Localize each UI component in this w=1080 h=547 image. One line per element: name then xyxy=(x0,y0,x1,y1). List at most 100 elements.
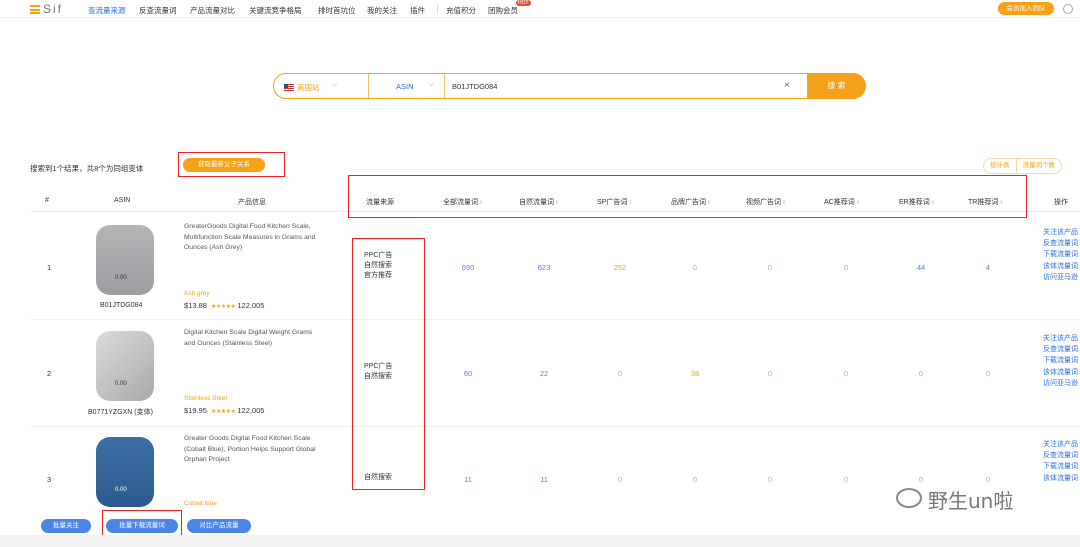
reverse-keywords-link[interactable]: 反查流量词 xyxy=(1043,238,1078,249)
ac-words-count[interactable]: 0 xyxy=(826,475,866,484)
visit-amazon-link[interactable]: 访问亚马逊 xyxy=(1043,378,1078,389)
product-price: $19.95 ★★★★★ 122,005 xyxy=(184,406,265,415)
tr-words-count[interactable]: 0 xyxy=(968,475,1008,484)
video-ads-count[interactable]: 0 xyxy=(750,475,790,484)
asin-text[interactable]: B01JTDG084 xyxy=(100,302,142,309)
follow-product-link[interactable]: 关注该产品 xyxy=(1043,439,1078,450)
chevron-down-icon[interactable]: ⌵ xyxy=(429,81,434,89)
row-index: 1 xyxy=(47,263,52,272)
download-keywords-link[interactable]: 下载流量词 xyxy=(1043,355,1078,366)
table-row: 2 0.00 B0771YZGXN (变体) Digital Kitchen S… xyxy=(30,320,1080,427)
keyword-count-toggle[interactable]: 流量词个数 xyxy=(1015,159,1062,173)
rating-stars-icon: ★★★★★ xyxy=(210,304,236,310)
product-title[interactable]: GreaterGoods Digital Food Kitchen Scale,… xyxy=(184,222,324,254)
search-button[interactable]: 搜 索 xyxy=(807,73,866,99)
highlight-box xyxy=(352,238,425,490)
all-words-count[interactable]: 60 xyxy=(448,369,488,378)
nav-product-compare[interactable]: 产品流量对比 xyxy=(190,5,235,16)
us-flag-icon xyxy=(284,84,294,91)
clear-icon[interactable]: × xyxy=(784,80,790,91)
er-words-count[interactable]: 0 xyxy=(901,475,941,484)
divider xyxy=(444,74,445,98)
nav-plugin[interactable]: 插件 xyxy=(410,5,425,16)
col-product: 产品信息 xyxy=(238,199,266,206)
hot-badge: HOT xyxy=(516,0,531,6)
sp-ads-count[interactable]: 0 xyxy=(600,475,640,484)
marketplace-select[interactable]: 美国站 xyxy=(284,82,320,93)
product-title[interactable]: Digital Kitchen Scale Digital Weight Gra… xyxy=(184,328,324,349)
col-index: # xyxy=(45,197,49,204)
download-keywords-link[interactable]: 下载流量词 xyxy=(1043,461,1078,472)
nav-my-follows[interactable]: 我的关注 xyxy=(367,5,397,16)
watermark: 野生un啦 xyxy=(928,489,1014,513)
sp-ads-count[interactable]: 0 xyxy=(600,369,640,378)
tr-words-count[interactable]: 0 xyxy=(968,369,1008,378)
follow-product-link[interactable]: 关注该产品 xyxy=(1043,227,1078,238)
product-image[interactable]: 0.00 xyxy=(96,225,154,295)
visit-amazon-link[interactable]: 访问亚马逊 xyxy=(1043,272,1078,283)
nav-traffic-source[interactable]: 查流量来源 xyxy=(88,5,126,16)
top-navigation: Sif 查流量来源 反查流量词 产品流量对比 关键流竞争格局 排时首坑位 我的关… xyxy=(0,0,1080,18)
brand-ads-count[interactable]: 0 xyxy=(675,263,715,272)
er-words-count[interactable]: 0 xyxy=(901,369,941,378)
brand-ads-count[interactable]: 0 xyxy=(675,475,715,484)
product-image[interactable]: 0.00 xyxy=(96,437,154,507)
wechat-icon xyxy=(896,488,922,508)
compare-traffic-button[interactable]: 对比产品流量 xyxy=(187,519,251,533)
tr-words-count[interactable]: 4 xyxy=(968,263,1008,272)
col-asin: ASIN xyxy=(114,197,131,204)
organic-words-count[interactable]: 22 xyxy=(524,369,564,378)
product-title[interactable]: Greater Goods Digital Food Kitchen Scale… xyxy=(184,434,324,466)
highlight-box xyxy=(348,175,1027,218)
download-keywords-link[interactable]: 下载流量词 xyxy=(1043,249,1078,260)
variant-keywords-link[interactable]: 该体流量词 xyxy=(1043,367,1078,378)
er-words-count[interactable]: 44 xyxy=(901,263,941,272)
nav-keyword-competition[interactable]: 关键流竞争格局 xyxy=(249,5,302,16)
reverse-keywords-link[interactable]: 反查流量词 xyxy=(1043,450,1078,461)
col-actions: 操作 xyxy=(1054,199,1068,206)
row-index: 2 xyxy=(47,369,52,378)
asin-search-input[interactable] xyxy=(452,79,792,93)
highlight-box xyxy=(178,152,285,177)
video-ads-count[interactable]: 0 xyxy=(750,369,790,378)
search-bar: 美国站 ⌵ ASIN ⌵ × 搜 索 xyxy=(273,73,866,99)
reverse-keywords-link[interactable]: 反查流量词 xyxy=(1043,344,1078,355)
nav-recharge[interactable]: 充值积分 xyxy=(446,5,476,16)
user-icon[interactable] xyxy=(1063,4,1073,14)
follow-product-link[interactable]: 关注该产品 xyxy=(1043,333,1078,344)
result-summary: 搜索到1个结果，共8个为同组变体 xyxy=(30,164,144,173)
chevron-down-icon[interactable]: ⌵ xyxy=(332,81,337,89)
row-actions: 关注该产品 反查流量词 下载流量词 该体流量词 访问亚马逊 xyxy=(1043,333,1078,389)
all-words-count[interactable]: 11 xyxy=(448,475,488,484)
product-image[interactable]: 0.00 xyxy=(96,331,154,401)
product-price: $13.88 ★★★★★ 122,005 xyxy=(184,301,265,310)
sp-ads-count[interactable]: 252 xyxy=(600,263,640,272)
menu-icon xyxy=(30,5,40,15)
divider xyxy=(368,74,369,98)
rating-stars-icon: ★★★★★ xyxy=(210,409,236,415)
variant-keywords-link[interactable]: 该体流量词 xyxy=(1043,473,1078,484)
logo[interactable]: Sif xyxy=(30,2,63,16)
join-team-button[interactable]: 会员加入团队 xyxy=(998,2,1054,15)
asin-text[interactable]: B0771YZGXN (变体) xyxy=(88,407,153,417)
status-bar xyxy=(0,535,1080,547)
video-ads-count[interactable]: 0 xyxy=(750,263,790,272)
nav-group-membership[interactable]: 团购会员 xyxy=(488,5,518,16)
ac-words-count[interactable]: 0 xyxy=(826,263,866,272)
nav-ranking-position[interactable]: 排时首坑位 xyxy=(318,5,356,16)
table-row: 3 0.00 Greater Goods Digital Food Kitche… xyxy=(30,427,1080,535)
stat-table-toggle[interactable]: 统计表 xyxy=(984,159,1016,173)
organic-words-count[interactable]: 623 xyxy=(524,263,564,272)
product-variant: Ash grey xyxy=(184,290,210,297)
ac-words-count[interactable]: 0 xyxy=(826,369,866,378)
nav-reverse-keywords[interactable]: 反查流量词 xyxy=(139,5,177,16)
variant-keywords-link[interactable]: 该体流量词 xyxy=(1043,261,1078,272)
product-variant: Stainless Steel xyxy=(184,395,227,402)
search-type-select[interactable]: ASIN xyxy=(396,82,414,91)
organic-words-count[interactable]: 11 xyxy=(524,475,564,484)
table-row: 1 0.00 B01JTDG084 GreaterGoods Digital F… xyxy=(30,213,1080,320)
brand-ads-count[interactable]: 38 xyxy=(675,369,715,378)
batch-follow-button[interactable]: 批量关注 xyxy=(41,519,91,533)
product-variant: Cobalt blue xyxy=(184,500,217,507)
all-words-count[interactable]: 690 xyxy=(448,263,488,272)
